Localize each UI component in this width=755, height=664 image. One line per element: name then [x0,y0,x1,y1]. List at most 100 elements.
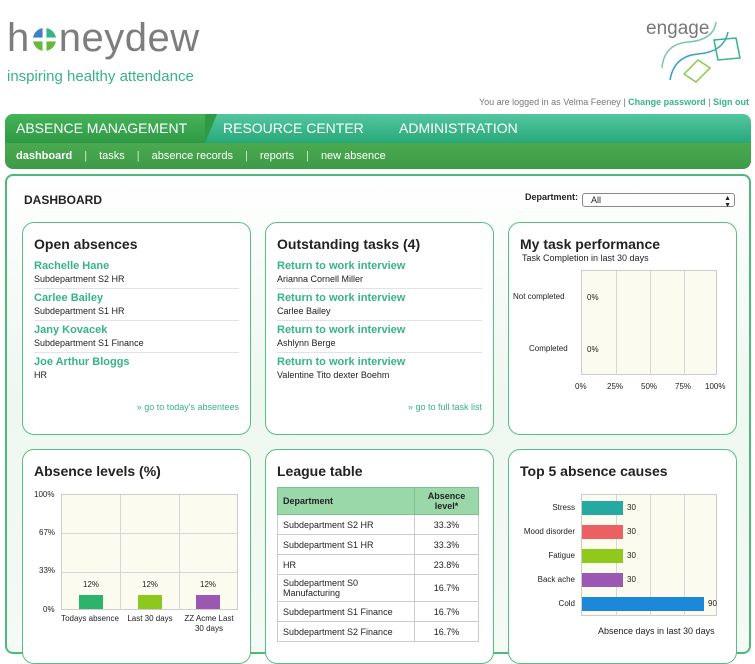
dashboard-title: DASHBOARD [24,193,102,207]
logo-text-suffix: neydew [58,16,200,60]
y-tick: 33% [39,566,56,575]
cause-bar[interactable] [582,597,704,611]
absence-level-cell: 33.3% [414,534,479,555]
tagline: inspiring healthy attendance [7,68,194,85]
absence-name-link[interactable]: Joe Arthur Bloggs [34,356,239,368]
list-item: Rachelle Hane Subdepartment S2 HR [34,257,239,289]
subnav-separator: | [136,150,140,162]
department-cell: HR [277,554,415,575]
tab-resource-center[interactable]: RESOURCE CENTER [223,120,364,136]
change-password-link[interactable]: Change password [628,97,706,107]
league-table-title: League table [277,463,363,479]
absence-department: Subdepartment S2 HR [34,274,125,284]
list-item: Joe Arthur Bloggs HR [34,353,239,384]
dashboard-container: DASHBOARD Department: All ▲ ▼ Open absenc… [5,174,751,664]
completed-value: 0% [587,345,599,354]
cause-label: Cold [558,599,575,608]
cause-value-label: 30 [627,527,636,536]
cause-label: Back ache [537,575,575,584]
todays-absentees-link[interactable]: » go to today's absentees [137,402,239,412]
outstanding-tasks-title: Outstanding tasks (4) [277,236,421,252]
absence-name-link[interactable]: Rachelle Hane [34,260,239,272]
completed-label: Completed [529,344,568,353]
absence-level-cell: 16.7% [414,601,479,622]
top-causes-plot: 30 30 30 30 90 [581,494,717,616]
absence-name-link[interactable]: Carlee Bailey [34,292,239,304]
department-cell: Subdepartment S1 HR [277,534,415,555]
department-label: Department: [525,192,579,202]
table-row: Subdepartment S1 HR 33.3% [277,534,479,555]
task-person: Ashlynn Berge [277,338,336,348]
task-person: Arianna Cornell Miller [277,274,364,284]
task-link[interactable]: Return to work interview [277,292,482,304]
subnav-separator: | [244,150,248,162]
tab-administration[interactable]: ADMINISTRATION [399,120,518,136]
department-select[interactable]: All ▲ ▼ [582,193,735,209]
task-person: Carlee Bailey [277,306,331,316]
y-tick: 0% [43,605,55,614]
list-item: Jany Kovacek Subdepartment S1 Finance [34,321,239,353]
gridline [650,271,651,375]
sign-out-link[interactable]: Sign out [713,97,749,107]
absence-levels-panel: Absence levels (%) 100% 67% 33% 0% 12% 12… [22,449,251,664]
cause-bar[interactable] [582,525,623,539]
subnav-separator: | [306,150,309,162]
absence-level-bar[interactable] [138,595,162,609]
logo-text-prefix: h [7,16,30,60]
tab-absence-management[interactable]: ABSENCE MANAGEMENT [5,114,217,143]
department-cell: Subdepartment S2 HR [277,514,415,535]
bar-value-label: 12% [83,580,100,589]
x-tick: 25% [607,382,624,391]
department-cell: Subdepartment S2 Finance [277,621,415,642]
cause-bar[interactable] [582,573,623,587]
sub-navigation: dashboard | tasks | absence records | reports |… [5,143,751,169]
tasks-list: Return to work interview Arianna Cornell… [277,257,482,384]
task-link[interactable]: Return to work interview [277,260,482,272]
cause-bar[interactable] [582,549,623,563]
subnav-tasks[interactable]: tasks [99,150,125,162]
absence-level-cell: 16.7% [414,621,479,642]
list-item: Return to work interview Valentine Tito … [277,353,482,384]
table-header-row: Department Absence level* [277,487,479,515]
subnav-absence-records[interactable]: absence records [152,150,233,162]
table-row: Subdepartment S2 Finance 16.7% [277,621,479,642]
task-link[interactable]: Return to work interview [277,356,482,368]
table-row: Subdepartment S1 Finance 16.7% [277,601,479,622]
gridline [616,271,617,375]
logo-cross-circle-icon [32,27,56,52]
top-causes-title: Top 5 absence causes [520,463,668,479]
absence-name-link[interactable]: Jany Kovacek [34,324,239,336]
cause-bar[interactable] [582,501,623,515]
task-performance-panel: My task performance Task Completion in l… [508,222,737,435]
department-select-value: All [591,195,602,205]
cause-label: Stress [552,503,575,512]
main-navigation: ABSENCE MANAGEMENT RESOURCE CENTER ADMIN… [5,114,751,143]
honeydew-logo[interactable]: h neydew inspiring healthy attendance [7,18,200,85]
cause-label: Fatigue [548,551,575,560]
table-row: HR 23.8% [277,554,479,575]
not-completed-label: Not completed [513,292,565,301]
x-tick: 100% [705,382,726,391]
column-header[interactable]: Department [277,487,415,515]
engage-leaf-icon [661,21,741,83]
x-label: ZZ Acme Last 30 days [184,614,234,633]
full-task-list-link[interactable]: » go to full task list [408,402,482,412]
engage-logo[interactable]: engage [640,18,750,84]
subnav-new-absence[interactable]: new absence [321,150,386,162]
separator: | [708,97,711,107]
gridline [684,271,685,375]
absence-levels-title: Absence levels (%) [34,463,161,479]
subnav-dashboard[interactable]: dashboard [16,150,72,162]
task-link[interactable]: Return to work interview [277,324,482,336]
open-absences-panel: Open absences Rachelle Hane Subdepartmen… [22,222,251,435]
absence-department: Subdepartment S1 HR [34,306,125,316]
select-arrows-icon: ▲ ▼ [724,195,731,209]
absence-level-bar[interactable] [79,595,103,609]
column-header[interactable]: Absence level* [414,487,479,515]
x-label: Todays absence [61,614,119,623]
top-causes-panel: Top 5 absence causes 30 30 30 30 90 Absence … [508,449,737,664]
subnav-reports[interactable]: reports [260,150,294,162]
absence-level-bar[interactable] [196,595,220,609]
x-tick: 75% [675,382,692,391]
not-completed-value: 0% [587,293,599,302]
